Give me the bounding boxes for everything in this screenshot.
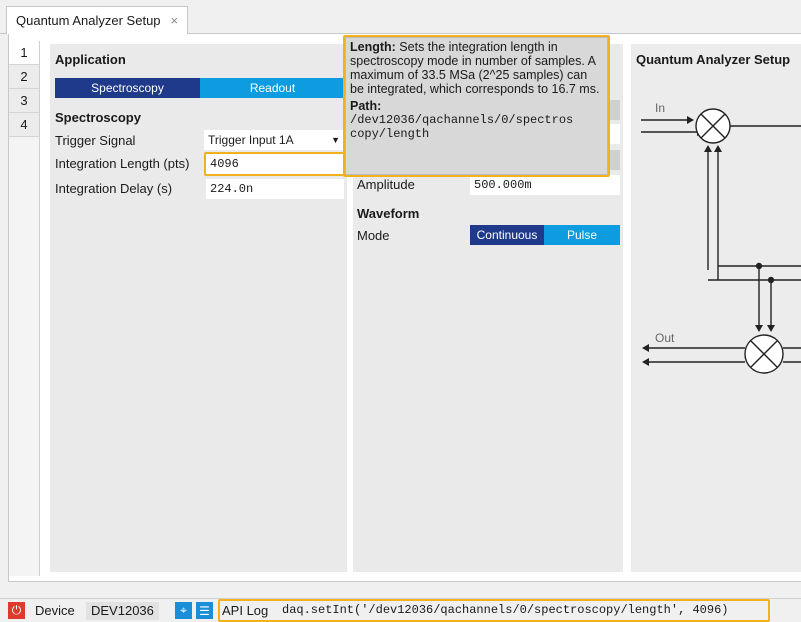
- side-tab-2[interactable]: 2: [9, 65, 39, 89]
- signal-diagram: In Out: [641, 101, 801, 374]
- locate-icon[interactable]: ⌖: [175, 602, 192, 619]
- close-icon[interactable]: ×: [171, 13, 179, 28]
- amplitude-input[interactable]: 500.000m: [470, 175, 620, 195]
- readout-button[interactable]: Readout: [200, 78, 345, 98]
- mode-label: Mode: [357, 228, 390, 243]
- device-value[interactable]: DEV12036: [86, 602, 159, 620]
- mode-toggle: Continuous Pulse: [470, 225, 620, 245]
- application-mode-toggle: Spectroscopy Readout: [55, 78, 345, 98]
- trigger-signal-dropdown[interactable]: Trigger Input 1A ▼: [204, 130, 344, 150]
- amplitude-label: Amplitude: [357, 177, 415, 192]
- arrow-left-icon: [642, 344, 649, 352]
- tooltip-highlight: [343, 35, 610, 177]
- api-log-highlight: [218, 599, 770, 622]
- side-tab-1[interactable]: 1: [9, 41, 39, 65]
- arrow-up-icon: [714, 145, 722, 152]
- pulse-button[interactable]: Pulse: [544, 225, 620, 245]
- tab-bar: Quantum Analyzer Setup ×: [0, 0, 801, 34]
- chevron-down-icon: ▼: [331, 135, 340, 145]
- tab-quantum-analyzer-setup[interactable]: Quantum Analyzer Setup ×: [6, 6, 189, 34]
- trigger-signal-value: Trigger Input 1A: [208, 133, 294, 147]
- arrow-right-icon: [687, 116, 694, 124]
- continuous-button[interactable]: Continuous: [470, 225, 544, 245]
- side-tabs: 1 2 3 4: [9, 41, 40, 576]
- integration-delay-input[interactable]: 224.0n: [206, 179, 344, 199]
- spectroscopy-button[interactable]: Spectroscopy: [55, 78, 200, 98]
- spectroscopy-section-title: Spectroscopy: [55, 110, 141, 125]
- diagram-title: Quantum Analyzer Setup: [636, 52, 791, 67]
- integration-delay-label: Integration Delay (s): [55, 181, 173, 196]
- side-tab-4[interactable]: 4: [9, 113, 39, 137]
- arrow-down-icon: [767, 325, 775, 332]
- power-icon[interactable]: ⏻: [8, 602, 25, 619]
- trigger-signal-label: Trigger Signal: [55, 133, 136, 148]
- status-bar: ⏻ Device DEV12036 ⌖ ☰ API Log daq.setInt…: [0, 598, 801, 622]
- arrow-left-icon: [642, 358, 649, 366]
- side-tab-3[interactable]: 3: [9, 89, 39, 113]
- menu-icon[interactable]: ☰: [196, 602, 213, 619]
- waveform-title: Waveform: [357, 206, 420, 221]
- application-title: Application: [55, 52, 126, 67]
- tab-title: Quantum Analyzer Setup: [16, 13, 161, 28]
- integration-length-highlight: [204, 152, 348, 176]
- integration-length-label: Integration Length (pts): [55, 156, 190, 171]
- device-label: Device: [35, 603, 75, 618]
- in-label: In: [655, 101, 665, 115]
- out-label: Out: [655, 331, 675, 345]
- arrow-down-icon: [755, 325, 763, 332]
- arrow-up-icon: [704, 145, 712, 152]
